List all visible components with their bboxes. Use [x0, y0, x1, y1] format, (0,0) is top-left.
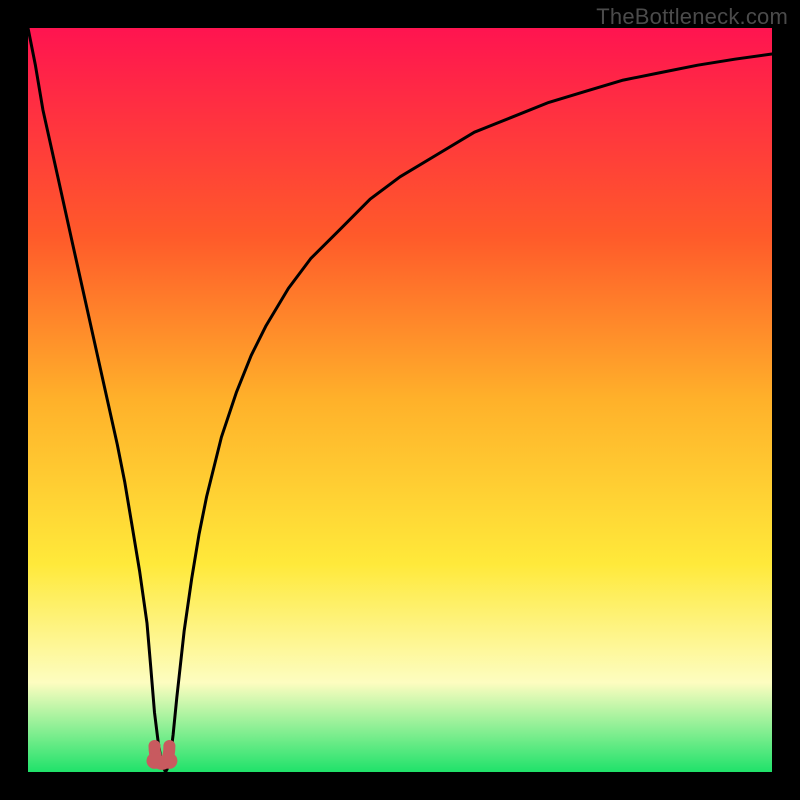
gradient-background — [28, 28, 772, 772]
watermark-text: TheBottleneck.com — [596, 4, 788, 30]
plot-svg — [28, 28, 772, 772]
chart-frame: TheBottleneck.com — [0, 0, 800, 800]
plot-area — [28, 28, 772, 772]
optimal-point-left — [147, 753, 163, 769]
optimal-point-right — [161, 753, 177, 769]
